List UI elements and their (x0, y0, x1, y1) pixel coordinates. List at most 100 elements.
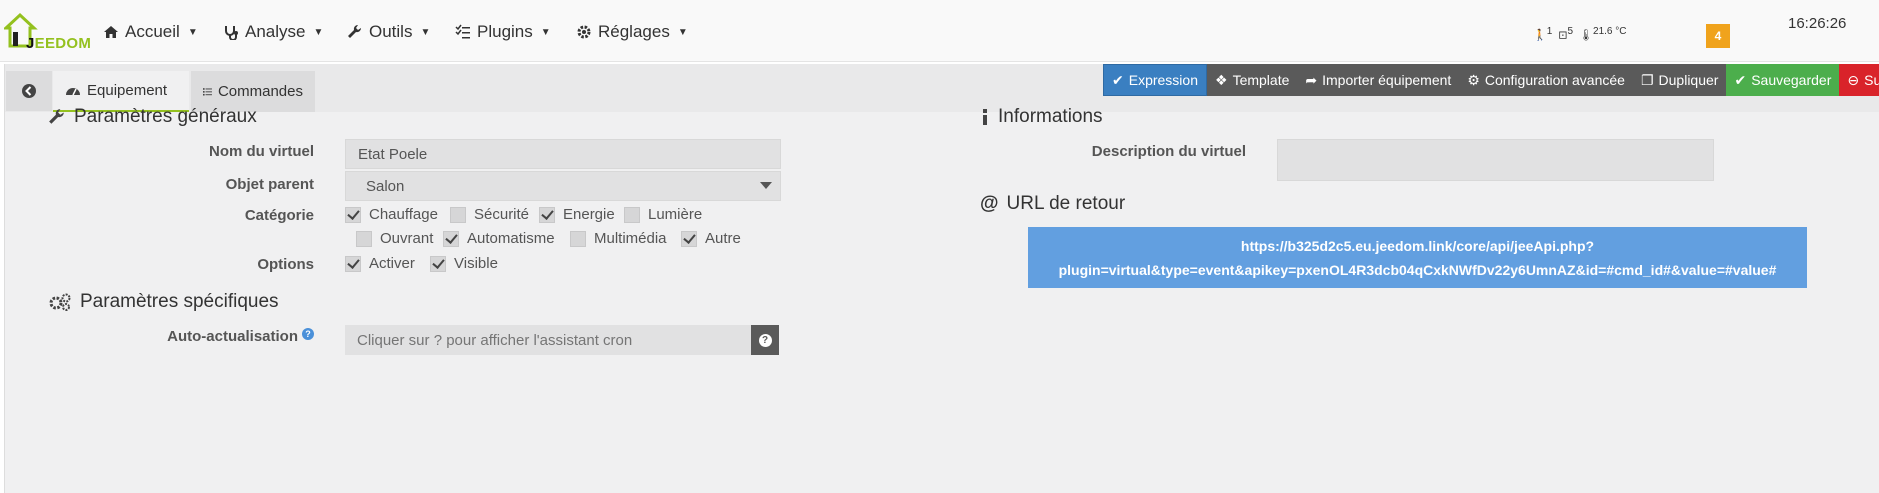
option-visible-label: Visible (454, 255, 498, 272)
category-automatisme[interactable]: Automatisme (443, 230, 555, 247)
category-lumiere[interactable]: Lumière (624, 206, 702, 223)
category-ouvrant-label: Ouvrant (380, 230, 434, 247)
delete-label: Supprim (1864, 72, 1879, 88)
parent-select[interactable]: Salon (345, 171, 781, 201)
temperature-summary: 🌡21.6 °C (1579, 26, 1626, 42)
nav-accueil-label: Accueil (125, 22, 180, 41)
cubes-icon: ❖ (1215, 71, 1228, 88)
checkbox[interactable] (570, 230, 586, 247)
category-chauffage-label: Chauffage (369, 206, 438, 223)
checkbox[interactable] (345, 206, 361, 223)
question-circle-icon[interactable]: ? (302, 328, 314, 340)
import-equipment-button[interactable]: ➦ Importer équipement (1297, 64, 1460, 96)
nav-plugins-label: Plugins (477, 22, 533, 41)
back-button[interactable] (6, 71, 52, 111)
auto-refresh-input[interactable] (345, 325, 752, 355)
specific-params-title: Paramètres spécifiques (48, 291, 279, 313)
nav-analyse[interactable]: Analyse ▼ (223, 22, 323, 42)
duplicate-label: Dupliquer (1658, 72, 1719, 88)
category-securite-label: Sécurité (474, 206, 530, 223)
name-input[interactable]: Etat Poele (345, 139, 781, 169)
return-url-title: @ URL de retour (980, 193, 1125, 215)
cron-help-button[interactable]: ? (751, 325, 779, 355)
notification-badge[interactable]: 4 (1706, 24, 1730, 48)
summary-status-bar[interactable]: 🚶1 ⊡5 🌡21.6 °C (1533, 26, 1626, 42)
parent-label: Objet parent (225, 176, 314, 193)
category-chauffage[interactable]: Chauffage (345, 206, 438, 223)
category-securite[interactable]: Sécurité (450, 206, 529, 223)
logo-text-first: J (26, 35, 35, 52)
informations-title-text: Informations (998, 106, 1103, 127)
cog-icon (577, 25, 591, 39)
chevron-down-icon: ▼ (313, 26, 324, 38)
return-url-line1: https://b325d2c5.eu.jeedom.link/core/api… (1240, 237, 1595, 254)
delete-button[interactable]: ⊖ Supprim (1839, 64, 1879, 96)
nav-reglages[interactable]: Réglages ▼ (576, 22, 688, 42)
window-summary: ⊡5 (1558, 26, 1573, 42)
category-autre[interactable]: Autre (681, 230, 741, 247)
nav-outils[interactable]: Outils ▼ (347, 22, 430, 42)
checkbox[interactable] (345, 255, 361, 272)
checkbox[interactable] (624, 206, 640, 223)
description-textarea[interactable] (1277, 139, 1714, 181)
save-label: Sauvegarder (1751, 72, 1832, 88)
option-activer-label: Activer (369, 255, 415, 272)
logo-text-rest: EEDOM (34, 35, 92, 52)
minus-circle-icon: ⊖ (1847, 71, 1860, 88)
chevron-down-icon (760, 182, 772, 189)
cogs-icon: ⚙ (1467, 71, 1480, 88)
parent-select-value: Salon (366, 177, 405, 195)
checkbox[interactable] (681, 230, 697, 247)
category-ouvrant[interactable]: Ouvrant (356, 230, 433, 247)
top-navbar: JEEDOM Accueil ▼ Analyse ▼ Outils ▼ Plug… (0, 0, 1879, 62)
jeedom-logo[interactable]: JEEDOM (4, 12, 91, 52)
category-energie[interactable]: Energie (539, 206, 615, 223)
save-button[interactable]: ✔ Sauvegarder (1726, 64, 1840, 96)
expression-button[interactable]: ✔ Expression (1103, 64, 1207, 96)
checkbox[interactable] (539, 206, 555, 223)
tab-equipement-label: Equipement (87, 82, 168, 99)
template-button[interactable]: ❖ Template (1207, 64, 1298, 96)
wrench-icon (348, 24, 362, 38)
advanced-config-button[interactable]: ⚙ Configuration avancée (1459, 64, 1633, 96)
chevron-down-icon: ▼ (420, 26, 431, 38)
checkbox[interactable] (443, 230, 459, 247)
checkbox[interactable] (356, 230, 372, 247)
check-circle-icon: ✔ (1734, 71, 1747, 88)
chevron-down-icon: ▼ (187, 26, 198, 38)
category-multimedia[interactable]: Multimédia (570, 230, 667, 247)
return-url-box[interactable]: https://b325d2c5.eu.jeedom.link/core/api… (1028, 227, 1807, 288)
walking-icon: 🚶 (1533, 29, 1547, 42)
description-label: Description du virtuel (1091, 143, 1246, 160)
temperature-value: 21.6 °C (1593, 26, 1627, 37)
expression-label: Expression (1128, 72, 1198, 88)
checkbox[interactable] (450, 206, 466, 223)
nav-plugins[interactable]: Plugins ▼ (455, 22, 551, 42)
cogs-icon (49, 293, 71, 311)
advanced-label: Configuration avancée (1484, 72, 1625, 88)
category-autre-label: Autre (705, 230, 741, 247)
duplicate-button[interactable]: ❐ Dupliquer (1632, 64, 1727, 96)
name-label: Nom du virtuel (208, 143, 314, 160)
tasks-icon (455, 24, 470, 39)
share-icon: ➦ (1305, 71, 1318, 88)
tachometer-icon (66, 87, 80, 95)
stethoscope-icon (225, 26, 238, 40)
category-label: Catégorie (244, 207, 314, 224)
checkbox[interactable] (430, 255, 446, 272)
nav-outils-label: Outils (369, 22, 413, 41)
question-icon: ? (758, 333, 772, 347)
window-count: 5 (1567, 26, 1574, 37)
motion-summary: 🚶1 (1533, 26, 1552, 42)
nav-accueil[interactable]: Accueil ▼ (103, 22, 198, 42)
auto-refresh-label-text: Auto-actualisation (167, 328, 298, 345)
tab-commandes-label: Commandes (217, 83, 303, 100)
wrench-icon (49, 109, 64, 124)
copy-icon: ❐ (1640, 71, 1654, 88)
auto-refresh-label: Auto-actualisation? (120, 328, 314, 345)
home-icon (104, 26, 118, 38)
list-icon (203, 87, 212, 96)
option-activer[interactable]: Activer (345, 255, 415, 272)
nav-analyse-label: Analyse (245, 22, 306, 41)
option-visible[interactable]: Visible (430, 255, 498, 272)
